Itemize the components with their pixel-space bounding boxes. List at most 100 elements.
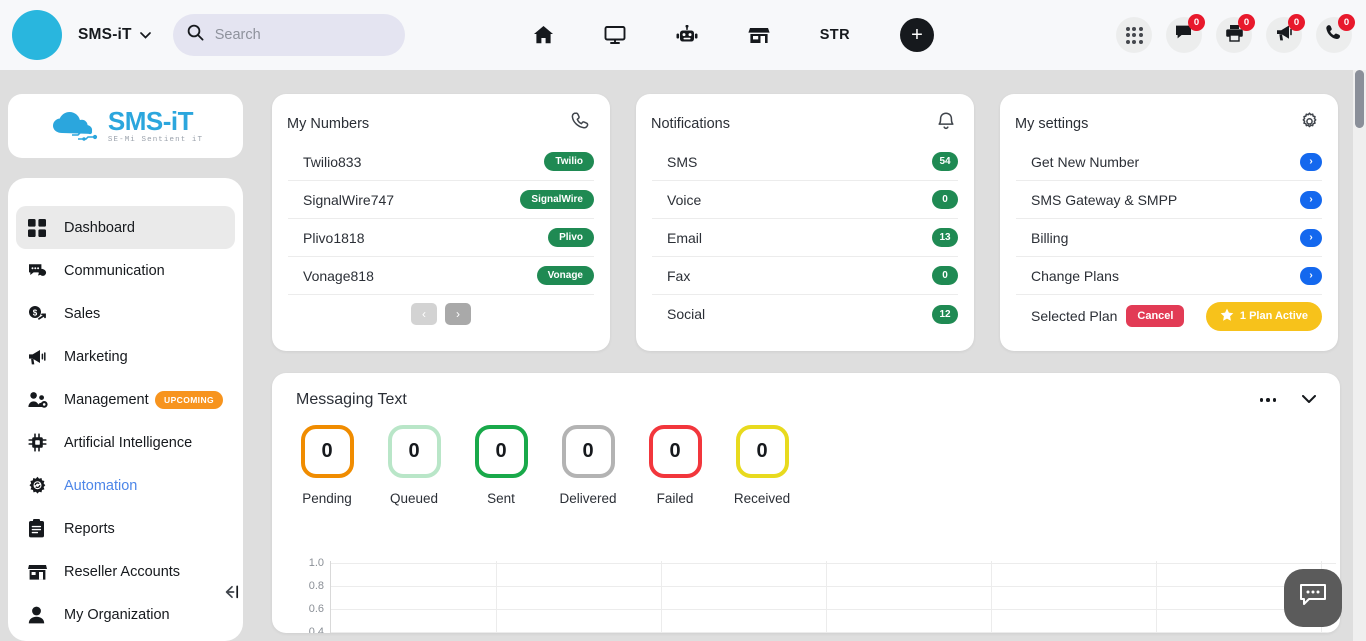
messaging-text-panel: Messaging Text 0 Pending 0 Queued 0 Sent xyxy=(272,373,1340,633)
list-item[interactable]: Email 13 xyxy=(652,219,958,257)
list-item[interactable]: Voice 0 xyxy=(652,181,958,219)
next-page-button[interactable]: › xyxy=(445,303,471,325)
bell-icon[interactable] xyxy=(936,111,956,137)
chevron-down-icon[interactable] xyxy=(140,29,151,41)
monitor-icon[interactable] xyxy=(604,25,626,45)
list-item[interactable]: SMS 54 xyxy=(652,143,958,181)
stat-label: Received xyxy=(734,491,790,506)
channel-label: Voice xyxy=(652,192,701,208)
chevron-right-icon[interactable]: › xyxy=(1300,191,1322,209)
stat-sent[interactable]: 0 Sent xyxy=(470,425,532,506)
announcements-badge: 0 xyxy=(1288,14,1305,31)
list-item[interactable]: Change Plans › xyxy=(1016,257,1322,295)
page-scrollbar[interactable] xyxy=(1353,70,1366,641)
sidebar-nav: Dashboard Communication $ Sales Marketin… xyxy=(8,178,243,641)
cancel-button[interactable]: Cancel xyxy=(1126,305,1184,327)
print-button[interactable]: 0 xyxy=(1216,17,1252,53)
card-header: My settings xyxy=(1000,94,1338,143)
messaging-chart: 1.0 0.8 0.6 0.4 xyxy=(296,561,1336,633)
plan-active-label: 1 Plan Active xyxy=(1240,310,1308,322)
sidebar-collapse-toggle[interactable] xyxy=(218,579,244,605)
home-icon[interactable] xyxy=(533,25,554,45)
str-label[interactable]: STR xyxy=(820,27,850,43)
search-input[interactable] xyxy=(215,27,385,43)
calls-button[interactable]: 0 xyxy=(1316,17,1352,53)
stat-label: Delivered xyxy=(559,491,616,506)
logo-tagline: SE-Mi Sentient iT xyxy=(108,136,203,144)
sidebar-item-artificial-intelligence[interactable]: Artificial Intelligence xyxy=(16,421,235,464)
sidebar-item-communication[interactable]: Communication xyxy=(16,249,235,292)
more-dots-icon[interactable] xyxy=(1260,398,1277,402)
list-item[interactable]: SignalWire747 SignalWire xyxy=(288,181,594,219)
add-button[interactable]: + xyxy=(900,18,934,52)
gridline-v xyxy=(1156,561,1157,633)
selected-plan-row: Selected Plan Cancel 1 Plan Active xyxy=(1016,295,1322,337)
main-content: My Numbers Twilio833 Twilio SignalWire74… xyxy=(250,70,1366,641)
megaphone-icon xyxy=(28,348,54,366)
list-item[interactable]: Plivo1818 Plivo xyxy=(288,219,594,257)
sidebar-item-label: Sales xyxy=(64,306,100,322)
list-item[interactable]: Social 12 xyxy=(652,295,958,333)
chat-support-button[interactable] xyxy=(1284,569,1342,627)
store-icon[interactable] xyxy=(748,26,770,45)
stat-label: Queued xyxy=(390,491,438,506)
sidebar-item-management[interactable]: Management UPCOMING xyxy=(16,378,235,421)
prev-page-button[interactable]: ‹ xyxy=(411,303,437,325)
list-item[interactable]: Fax 0 xyxy=(652,257,958,295)
sidebar-item-label: Automation xyxy=(64,478,137,494)
gear-icon[interactable] xyxy=(1299,111,1320,137)
brand-avatar[interactable] xyxy=(12,10,62,60)
setting-label: SMS Gateway & SMPP xyxy=(1016,192,1177,208)
cloud-logo-icon xyxy=(48,109,106,143)
sidebar-logo[interactable]: SMS-iT SE-Mi Sentient iT xyxy=(8,94,243,158)
chat-bubbles-icon xyxy=(28,262,54,280)
notifications-card: Notifications SMS 54 Voice 0 Email 13 xyxy=(636,94,974,351)
user-icon xyxy=(28,606,54,624)
number-label: Plivo1818 xyxy=(288,230,365,246)
sidebar-item-reseller-accounts[interactable]: Reseller Accounts xyxy=(16,550,235,593)
apps-grid-icon xyxy=(1126,27,1143,44)
list-item[interactable]: SMS Gateway & SMPP › xyxy=(1016,181,1322,219)
messages-button[interactable]: 0 xyxy=(1166,17,1202,53)
chevron-right-icon[interactable]: › xyxy=(1300,229,1322,247)
sidebar-item-marketing[interactable]: Marketing xyxy=(16,335,235,378)
phone-handset-icon[interactable] xyxy=(571,111,592,137)
scrollbar-thumb[interactable] xyxy=(1355,70,1364,128)
stat-queued[interactable]: 0 Queued xyxy=(383,425,445,506)
sidebar-item-reports[interactable]: Reports xyxy=(16,507,235,550)
gridline-h xyxy=(331,632,1336,633)
setting-label: Change Plans xyxy=(1016,268,1119,284)
plan-active-badge[interactable]: 1 Plan Active xyxy=(1206,302,1322,331)
sidebar-item-dashboard[interactable]: Dashboard xyxy=(16,206,235,249)
brand-name[interactable]: SMS-iT xyxy=(78,26,132,44)
search-icon xyxy=(187,24,204,46)
announcements-button[interactable]: 0 xyxy=(1266,17,1302,53)
chevron-right-icon[interactable]: › xyxy=(1300,267,1322,285)
list-item[interactable]: Vonage818 Vonage xyxy=(288,257,594,295)
sidebar-item-sales[interactable]: $ Sales xyxy=(16,292,235,335)
gridline-v xyxy=(496,561,497,633)
stat-value: 0 xyxy=(736,425,789,478)
stat-label: Sent xyxy=(487,491,515,506)
list-item[interactable]: Twilio833 Twilio xyxy=(288,143,594,181)
list-item[interactable]: Get New Number › xyxy=(1016,143,1322,181)
provider-tag: Twilio xyxy=(544,152,594,171)
stat-received[interactable]: 0 Received xyxy=(731,425,793,506)
card-header: My Numbers xyxy=(272,94,610,143)
sidebar-item-my-organization[interactable]: My Organization xyxy=(16,593,235,636)
chevron-down-icon[interactable] xyxy=(1302,391,1316,409)
stat-delivered[interactable]: 0 Delivered xyxy=(557,425,619,506)
channel-label: SMS xyxy=(652,154,697,170)
chevron-right-icon[interactable]: › xyxy=(1300,153,1322,171)
sidebar-item-automation[interactable]: Automation xyxy=(16,464,235,507)
chart-plot-area xyxy=(330,561,1336,633)
stat-pending[interactable]: 0 Pending xyxy=(296,425,358,506)
list-item[interactable]: Billing › xyxy=(1016,219,1322,257)
robot-icon[interactable] xyxy=(676,25,698,46)
search-bar[interactable] xyxy=(173,14,405,56)
stat-failed[interactable]: 0 Failed xyxy=(644,425,706,506)
channel-label: Email xyxy=(652,230,702,246)
number-label: Vonage818 xyxy=(288,268,374,284)
apps-grid-button[interactable] xyxy=(1116,17,1152,53)
sidebar: SMS-iT SE-Mi Sentient iT Dashboard Commu… xyxy=(0,70,250,641)
